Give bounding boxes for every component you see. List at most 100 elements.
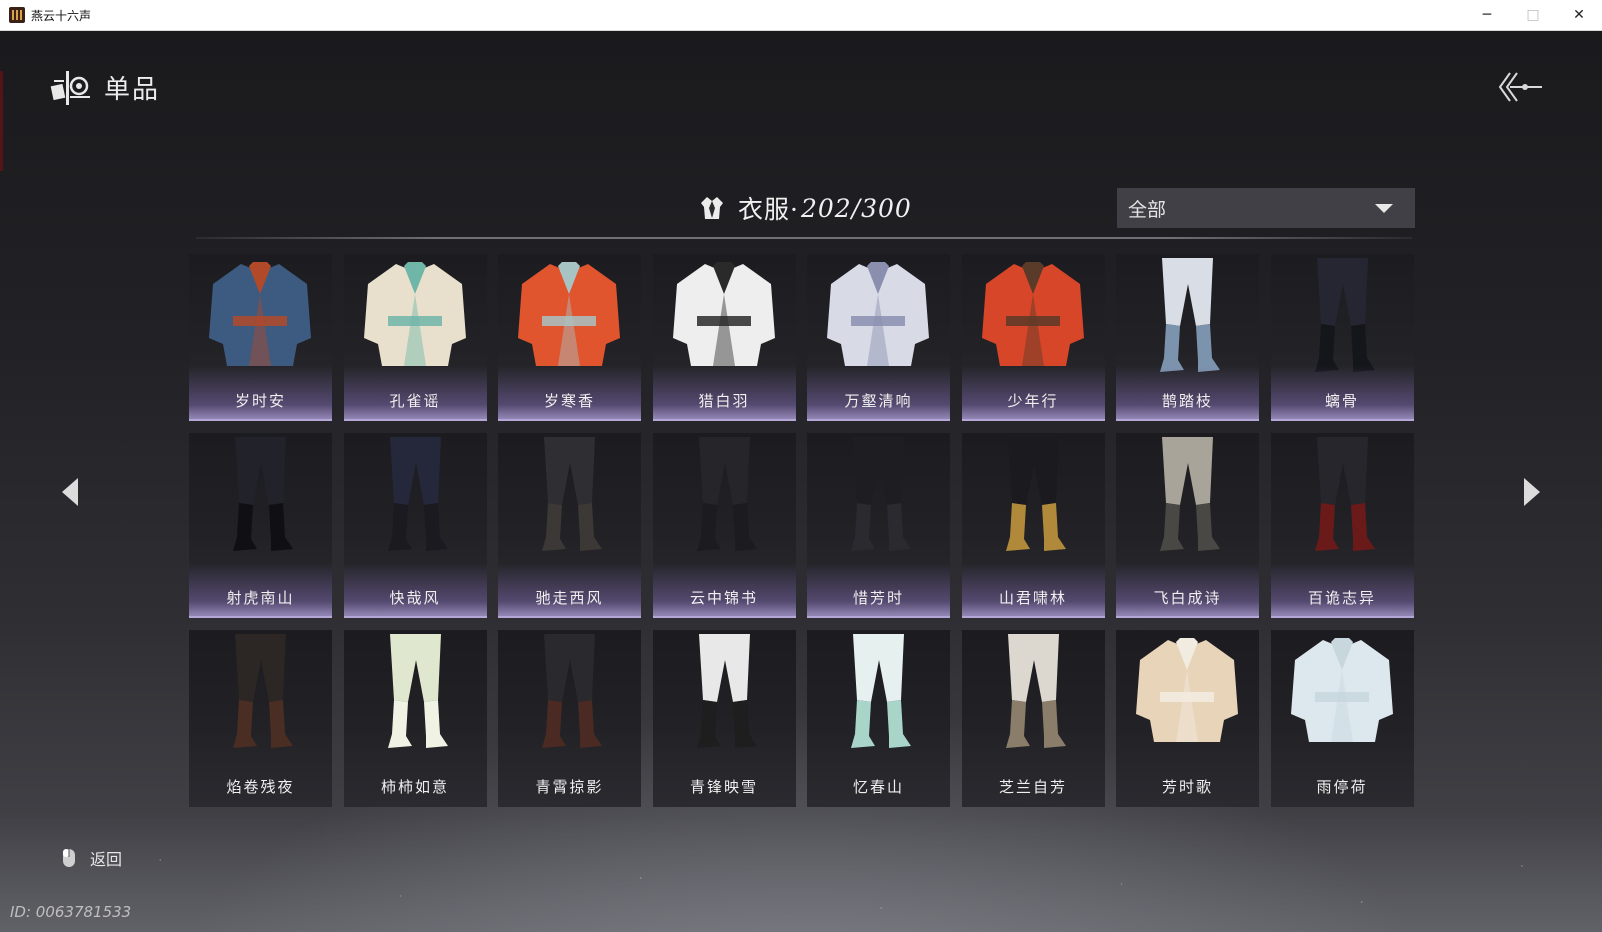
- item-card[interactable]: 驰走西风: [498, 433, 641, 618]
- item-card[interactable]: 芝兰自芳: [961, 630, 1105, 807]
- item-card[interactable]: 螭骨: [1270, 254, 1414, 421]
- pants-image: [233, 437, 293, 551]
- pants-image: [1314, 258, 1375, 372]
- item-name: 青锋映雪: [689, 778, 758, 796]
- item-name: 少年行: [1007, 392, 1059, 410]
- item-name: 百诡志异: [1307, 589, 1376, 607]
- item-name: 忆春山: [852, 778, 904, 796]
- pants-image: [1160, 258, 1220, 372]
- snow-ground: [0, 812, 1602, 932]
- edge-accent: [0, 71, 3, 171]
- item-card[interactable]: 孔雀谣: [343, 254, 487, 421]
- pants-image: [696, 437, 757, 551]
- item-name: 孔雀谣: [389, 392, 441, 410]
- item-card[interactable]: 岁寒香: [498, 254, 641, 421]
- back-arrow-icon[interactable]: [1496, 67, 1544, 107]
- minimize-button[interactable]: ─: [1464, 0, 1510, 30]
- chevron-right-icon[interactable]: [1520, 472, 1544, 512]
- outfit-image: [209, 262, 311, 366]
- item-card[interactable]: 万壑清响: [807, 254, 950, 421]
- filter-selected: 全部: [1128, 198, 1167, 221]
- item-card[interactable]: 飞白成诗: [1116, 433, 1259, 618]
- pants-image: [696, 634, 757, 748]
- player-id: ID: 0063781533: [10, 903, 132, 921]
- item-card[interactable]: 猎白羽: [652, 254, 796, 421]
- back-hint[interactable]: 返回: [62, 846, 122, 870]
- item-name: 驰走西风: [535, 589, 604, 607]
- outfit-image: [1136, 638, 1238, 742]
- outfit-image: [1290, 638, 1393, 742]
- item-name: 猎白羽: [698, 392, 750, 410]
- item-name: 青霄掠影: [535, 778, 604, 796]
- item-name: 万壑清响: [844, 392, 913, 410]
- item-card[interactable]: 射虎南山: [189, 433, 332, 618]
- item-name: 山君啸林: [998, 589, 1067, 607]
- pants-image: [542, 437, 602, 551]
- item-card[interactable]: 少年行: [961, 254, 1105, 421]
- item-card[interactable]: 忆春山: [807, 630, 950, 807]
- item-name: 雨停荷: [1316, 778, 1368, 796]
- item-card[interactable]: 惜芳时: [807, 433, 950, 618]
- wardrobe-items-icon: [50, 71, 90, 105]
- item-name: 云中锦书: [689, 589, 758, 607]
- pants-image: [387, 437, 448, 551]
- page-header: 单品: [50, 67, 160, 107]
- outfit-image: [363, 262, 466, 366]
- item-card[interactable]: 焰卷残夜: [189, 630, 332, 807]
- outfit-image: [672, 262, 775, 366]
- item-card[interactable]: 鹊踏枝: [1116, 254, 1259, 421]
- app-icon: [9, 7, 25, 23]
- item-name: 柿柿如意: [380, 778, 449, 796]
- item-card[interactable]: 青锋映雪: [652, 630, 796, 807]
- item-card[interactable]: 柿柿如意: [343, 630, 487, 807]
- item-card[interactable]: 山君啸林: [961, 433, 1105, 618]
- item-name: 岁时安: [234, 392, 286, 410]
- pants-image: [1005, 437, 1066, 551]
- item-name: 飞白成诗: [1153, 589, 1222, 607]
- mouse-icon: [63, 849, 75, 867]
- maximize-button[interactable]: □: [1510, 0, 1556, 30]
- chevron-left-icon[interactable]: [58, 472, 82, 512]
- game-viewport: 单品 衣服· 202/300 全部 岁时安 孔雀谣 岁寒香 猎白羽 万壑清响 少年行 鹊踏枝…: [0, 31, 1602, 932]
- item-card[interactable]: 百诡志异: [1270, 433, 1414, 618]
- item-card[interactable]: 青霄掠影: [498, 630, 641, 807]
- item-name: 焰卷残夜: [226, 778, 295, 796]
- item-card[interactable]: 岁时安: [189, 254, 332, 421]
- pants-image: [1314, 437, 1375, 551]
- pants-image: [387, 634, 448, 748]
- category-count: 202/300: [800, 193, 912, 223]
- category-header: 衣服· 202/300: [698, 188, 912, 228]
- item-card[interactable]: 雨停荷: [1270, 630, 1414, 807]
- back-label: 返回: [90, 850, 123, 869]
- window-controls: ─ □ ✕: [1464, 0, 1602, 30]
- category-label: 衣服·: [738, 195, 799, 224]
- item-name: 螭骨: [1324, 392, 1359, 410]
- outfit-image: [518, 262, 620, 366]
- page-title: 单品: [104, 74, 161, 105]
- item-name: 惜芳时: [852, 589, 904, 607]
- chevron-down-icon: [1375, 204, 1393, 213]
- item-name: 射虎南山: [226, 589, 295, 607]
- item-name: 芳时歌: [1161, 778, 1213, 796]
- outfit-image: [981, 262, 1084, 366]
- window-title: 燕云十六声: [31, 8, 92, 23]
- item-name: 芝兰自芳: [998, 778, 1067, 796]
- pants-image: [851, 437, 911, 551]
- item-card[interactable]: 云中锦书: [652, 433, 796, 618]
- item-name: 鹊踏枝: [1161, 392, 1213, 410]
- close-button[interactable]: ✕: [1556, 0, 1602, 30]
- pants-image: [542, 634, 602, 748]
- pants-image: [1005, 634, 1066, 748]
- window-titlebar: 燕云十六声 ─ □ ✕: [0, 0, 1602, 31]
- item-card[interactable]: 快哉风: [343, 433, 487, 618]
- pants-image: [851, 634, 911, 748]
- item-name: 岁寒香: [543, 392, 595, 410]
- pants-image: [1160, 437, 1220, 551]
- outfit-image: [827, 262, 929, 366]
- robe-icon: [701, 197, 723, 219]
- pants-image: [233, 634, 293, 748]
- item-card[interactable]: 芳时歌: [1116, 630, 1259, 807]
- header-divider: [196, 237, 1412, 239]
- item-grid: 岁时安 孔雀谣 岁寒香 猎白羽 万壑清响 少年行 鹊踏枝 螭骨射虎南山 快哉风 驰走西风 云中锦书 惜…: [189, 254, 1414, 807]
- filter-dropdown[interactable]: 全部: [1117, 188, 1415, 228]
